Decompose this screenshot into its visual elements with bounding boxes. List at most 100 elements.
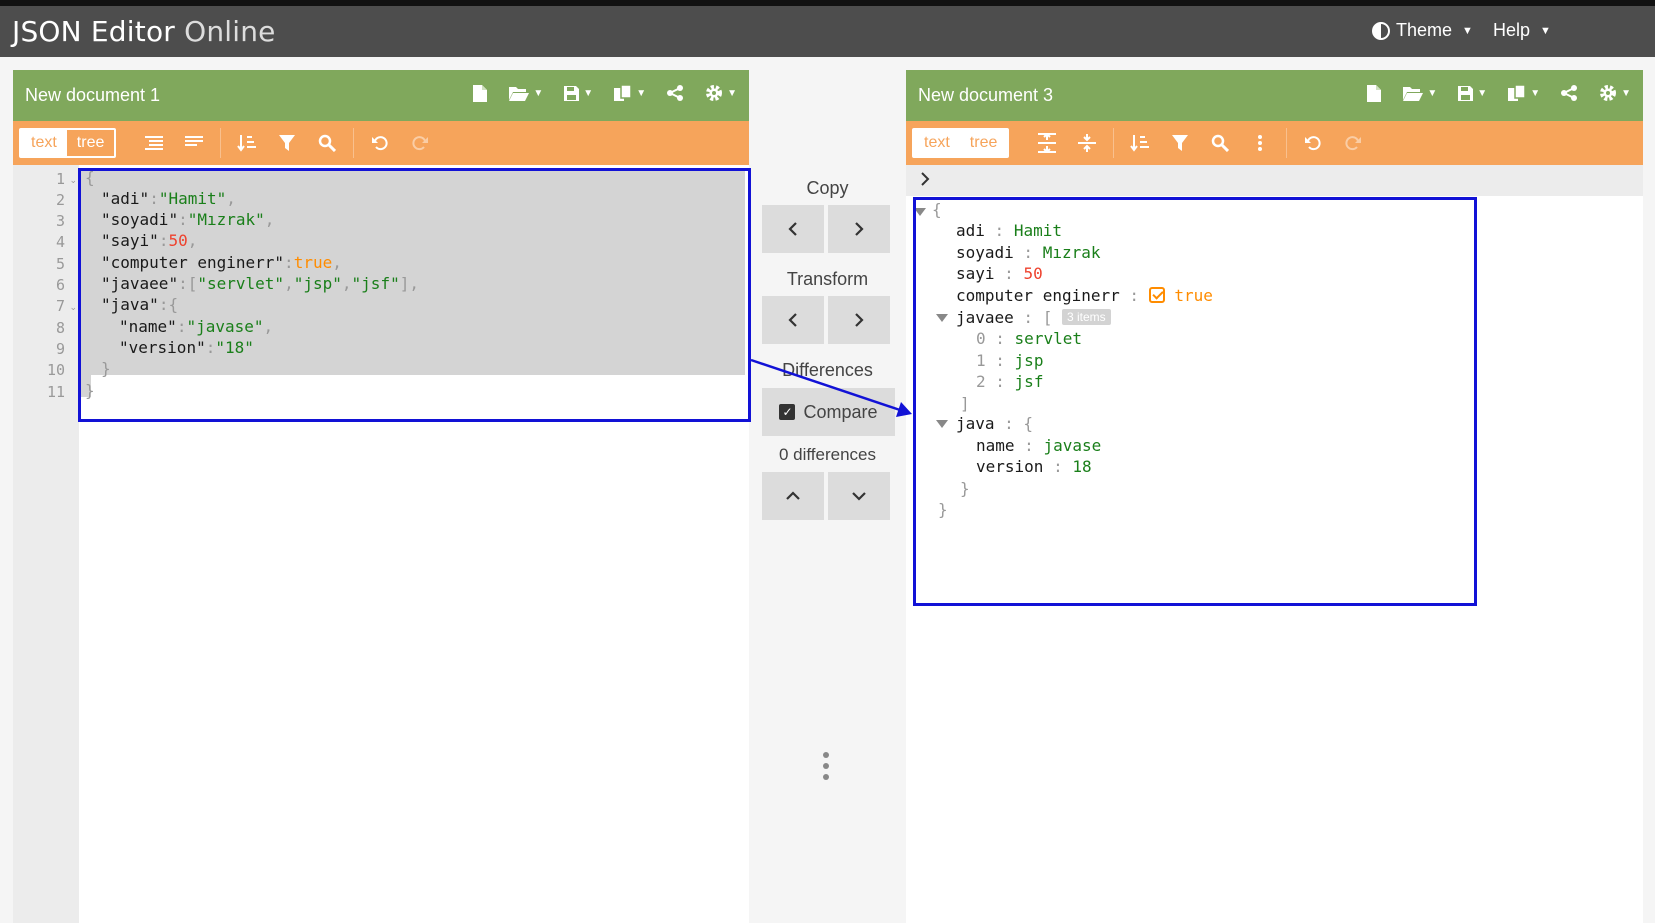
save-icon[interactable]: ▼	[1457, 85, 1487, 102]
navigation-bar	[906, 165, 1643, 196]
copy-right-button[interactable]	[828, 205, 890, 253]
theme-label: Theme	[1396, 20, 1453, 40]
code-line: "java":{	[101, 295, 179, 314]
code-line: "computer enginerr":true,	[101, 253, 342, 272]
mode-text-button[interactable]: text	[914, 130, 960, 156]
tree-row-name[interactable]: name : javase	[976, 436, 1101, 455]
theme-menu[interactable]: Theme ▼	[1372, 20, 1473, 41]
drag-handle-icon[interactable]	[823, 752, 831, 780]
new-document-icon[interactable]	[472, 84, 488, 103]
brand-light: Online	[184, 15, 276, 48]
right-toolbar: text tree	[906, 121, 1643, 165]
fold-icon[interactable]: ⌄	[69, 302, 77, 313]
share-icon[interactable]	[666, 84, 684, 102]
new-document-icon[interactable]	[1366, 84, 1382, 103]
collapse-toggle-icon[interactable]	[914, 208, 926, 216]
code-line: "sayi":50,	[101, 231, 198, 250]
copy-left-button[interactable]	[762, 205, 824, 253]
left-editor-panel: New document 1 ▼ ▼ ▼ ▼ text tree 1 ⌄ 2 3…	[13, 70, 749, 923]
search-icon[interactable]	[307, 127, 347, 159]
tree-row-adi[interactable]: adi : Hamit	[956, 221, 1062, 240]
code-line: "name":"javase",	[119, 317, 274, 336]
transform-left-button[interactable]	[762, 296, 824, 344]
line-number: 1	[55, 170, 65, 188]
filter-icon[interactable]	[267, 127, 307, 159]
format-icon[interactable]	[134, 127, 174, 159]
tree-row-version[interactable]: version : 18	[976, 457, 1092, 476]
mode-tree-button[interactable]: tree	[66, 130, 115, 156]
open-folder-icon[interactable]: ▼	[1402, 85, 1437, 102]
fold-icon[interactable]: ⌄	[69, 175, 77, 186]
share-icon[interactable]	[1560, 84, 1578, 102]
app-header: JSON Editor Online Theme ▼ Help ▼	[0, 0, 1655, 57]
tree-row-javaee[interactable]: javaee : [ 3 items	[956, 308, 1111, 327]
expand-all-icon[interactable]	[1027, 127, 1067, 159]
left-document-title[interactable]: New document 1	[25, 85, 160, 106]
checkbox-checked-icon: ✓	[779, 404, 796, 420]
tree-row-item[interactable]: 0 : servlet	[976, 329, 1082, 348]
tree-row-item[interactable]: 1 : jsp	[976, 351, 1043, 370]
chevron-right-icon	[855, 222, 864, 236]
compact-icon[interactable]	[174, 127, 214, 159]
collapse-toggle-icon[interactable]	[936, 314, 948, 322]
next-difference-button[interactable]	[828, 472, 890, 520]
chevron-down-icon	[852, 492, 866, 501]
tree-row-computer-enginerr[interactable]: computer enginerr : true	[956, 286, 1213, 305]
items-count-badge: 3 items	[1061, 309, 1111, 325]
right-title-bar: New document 3 ▼ ▼ ▼ ▼	[906, 70, 1643, 121]
line-number: 2	[55, 191, 65, 209]
undo-icon[interactable]	[1293, 127, 1333, 159]
code-line: }	[85, 381, 95, 400]
checkbox-checked-icon[interactable]	[1148, 287, 1165, 303]
tree-row-java[interactable]: java : {	[956, 414, 1033, 433]
right-document-title[interactable]: New document 3	[918, 85, 1053, 106]
line-number: 10	[46, 361, 65, 379]
search-icon[interactable]	[1200, 127, 1240, 159]
compare-label: Compare	[803, 401, 878, 422]
tree-close-brace: }	[938, 500, 948, 519]
settings-gear-icon[interactable]: ▼	[1598, 83, 1631, 103]
more-vertical-icon[interactable]	[1240, 127, 1280, 159]
undo-icon[interactable]	[360, 127, 400, 159]
divider	[1113, 128, 1115, 158]
sort-icon[interactable]	[1120, 127, 1160, 159]
save-icon[interactable]: ▼	[563, 85, 593, 102]
chevron-left-icon	[788, 222, 797, 236]
sort-icon[interactable]	[227, 127, 267, 159]
tree-row-soyadi[interactable]: soyadi : Mızrak	[956, 243, 1101, 262]
collapse-all-icon[interactable]	[1067, 127, 1107, 159]
help-menu[interactable]: Help ▼	[1493, 20, 1551, 41]
line-number: 8	[55, 319, 65, 337]
differences-label: Differences	[782, 360, 873, 380]
mode-text-button[interactable]: text	[21, 130, 67, 156]
copy-documents-icon[interactable]: ▼	[1507, 84, 1540, 102]
mode-switch: text tree	[912, 128, 1010, 158]
app-logo[interactable]: JSON Editor Online	[12, 15, 276, 48]
open-folder-icon[interactable]: ▼	[508, 85, 543, 102]
diff-count: 0 differences	[778, 445, 877, 464]
tree-open-brace: {	[932, 200, 942, 219]
redo-icon[interactable]	[1333, 127, 1373, 159]
copy-documents-icon[interactable]: ▼	[613, 84, 646, 102]
previous-difference-button[interactable]	[762, 472, 824, 520]
settings-gear-icon[interactable]: ▼	[704, 83, 737, 103]
tree-row-item[interactable]: 2 : jsf	[976, 372, 1043, 391]
right-editor-panel: New document 3 ▼ ▼ ▼ ▼ text tree {adi:…	[906, 70, 1643, 923]
code-line: }	[101, 359, 111, 378]
mode-tree-button[interactable]: tree	[959, 130, 1008, 156]
line-number: 11	[46, 383, 65, 401]
line-number: 4	[55, 233, 65, 251]
tree-row-sayi[interactable]: sayi : 50	[956, 264, 1043, 283]
code-editor[interactable]: 1 ⌄ 2 3 4 5 6 7 ⌄ 8 9 10 11 { "adi":"Ham…	[13, 165, 749, 923]
transform-label: Transform	[786, 269, 869, 289]
redo-icon[interactable]	[400, 127, 440, 159]
line-number: 9	[55, 340, 65, 358]
line-gutter: 1 ⌄ 2 3 4 5 6 7 ⌄ 8 9 10 11	[13, 165, 79, 923]
tree-close-brace: }	[960, 479, 970, 498]
filter-icon[interactable]	[1160, 127, 1200, 159]
collapse-toggle-icon[interactable]	[936, 420, 948, 428]
compare-toggle[interactable]: ✓ Compare	[762, 388, 895, 436]
transform-right-button[interactable]	[828, 296, 890, 344]
chevron-right-icon[interactable]	[920, 170, 930, 191]
chevron-down-icon: ▼	[1462, 24, 1473, 37]
